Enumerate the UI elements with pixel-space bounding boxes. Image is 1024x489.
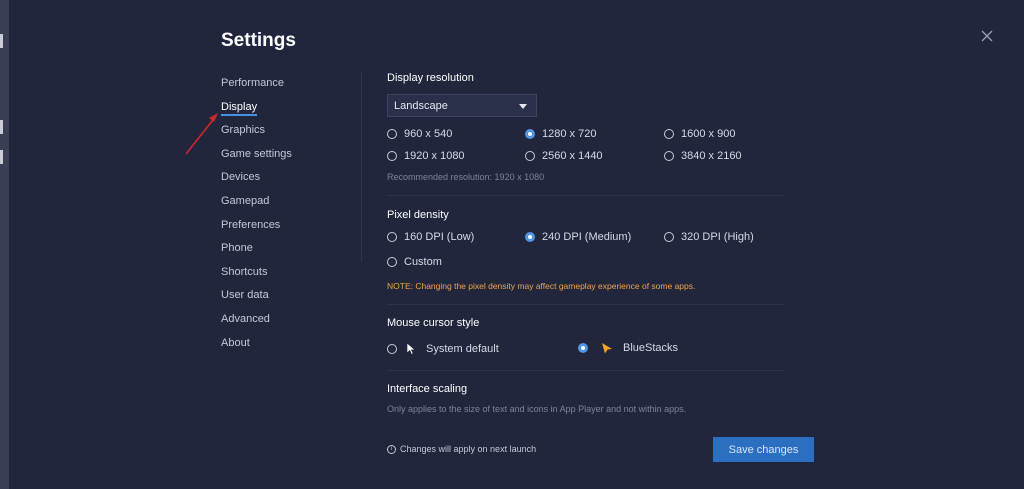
section-divider [387, 370, 785, 371]
orientation-select[interactable]: Landscape [387, 94, 537, 117]
cursor-bluestacks[interactable]: BlueStacks [578, 342, 678, 354]
mouse-cursor-title: Mouse cursor style [387, 317, 480, 329]
interface-scaling-title: Interface scaling [387, 383, 468, 395]
interface-scaling-hint: Only applies to the size of text and ico… [387, 404, 687, 414]
radio-icon [664, 232, 674, 242]
edge-mark [0, 34, 3, 48]
nav-item-game-settings[interactable]: Game settings [221, 145, 351, 169]
radio-icon [387, 129, 397, 139]
bluestacks-cursor-icon [602, 343, 612, 354]
radio-selected-icon [525, 232, 535, 242]
arrow-cursor-icon [406, 342, 416, 355]
radio-icon [387, 151, 397, 161]
caret-down-icon [519, 104, 527, 109]
edge-mark [0, 150, 3, 164]
nav-item-performance[interactable]: Performance [221, 74, 351, 98]
orientation-value: Landscape [394, 100, 448, 112]
resolution-1280x720[interactable]: 1280 x 720 [525, 128, 596, 140]
nav-item-phone[interactable]: Phone [221, 239, 351, 263]
radio-icon [387, 232, 397, 242]
radio-icon [664, 129, 674, 139]
nav-item-preferences[interactable]: Preferences [221, 216, 351, 240]
save-changes-button[interactable]: Save changes [713, 437, 814, 462]
dpi-240-medium[interactable]: 240 DPI (Medium) [525, 231, 631, 243]
display-resolution-title: Display resolution [387, 72, 474, 84]
dpi-160-low[interactable]: 160 DPI (Low) [387, 231, 474, 243]
resolution-1600x900[interactable]: 1600 x 900 [664, 128, 735, 140]
settings-nav: Performance Display Graphics Game settin… [221, 74, 351, 357]
radio-selected-icon [525, 129, 535, 139]
dpi-320-high[interactable]: 320 DPI (High) [664, 231, 754, 243]
close-icon[interactable] [979, 28, 995, 44]
section-divider [387, 304, 785, 305]
nav-item-devices[interactable]: Devices [221, 168, 351, 192]
nav-divider [361, 72, 362, 262]
resolution-960x540[interactable]: 960 x 540 [387, 128, 452, 140]
edge-mark [0, 120, 3, 134]
resolution-1920x1080[interactable]: 1920 x 1080 [387, 150, 465, 162]
apply-info: i Changes will apply on next launch [387, 444, 536, 454]
nav-item-about[interactable]: About [221, 334, 351, 358]
annotation-arrow-icon [185, 113, 218, 155]
nav-item-gamepad[interactable]: Gamepad [221, 192, 351, 216]
section-divider [387, 195, 785, 196]
settings-dialog: Settings Performance Display Graphics Ga… [9, 0, 1024, 489]
resolution-3840x2160[interactable]: 3840 x 2160 [664, 150, 742, 162]
pixel-density-note: NOTE: Changing the pixel density may aff… [387, 281, 696, 291]
nav-item-shortcuts[interactable]: Shortcuts [221, 263, 351, 287]
nav-item-advanced[interactable]: Advanced [221, 310, 351, 334]
radio-icon [664, 151, 674, 161]
page-title: Settings [221, 30, 296, 51]
radio-selected-icon [578, 343, 588, 353]
resolution-2560x1440[interactable]: 2560 x 1440 [525, 150, 603, 162]
info-icon: i [387, 444, 396, 454]
radio-icon [525, 151, 535, 161]
cursor-system-default[interactable]: System default [387, 342, 499, 355]
background-window-edge [0, 0, 9, 489]
nav-item-graphics[interactable]: Graphics [221, 121, 351, 145]
radio-icon [387, 257, 397, 267]
dpi-custom[interactable]: Custom [387, 256, 442, 268]
nav-item-user-data[interactable]: User data [221, 286, 351, 310]
radio-icon [387, 343, 397, 354]
recommended-resolution: Recommended resolution: 1920 x 1080 [387, 172, 545, 182]
nav-item-display[interactable]: Display [221, 98, 351, 122]
pixel-density-title: Pixel density [387, 209, 449, 221]
